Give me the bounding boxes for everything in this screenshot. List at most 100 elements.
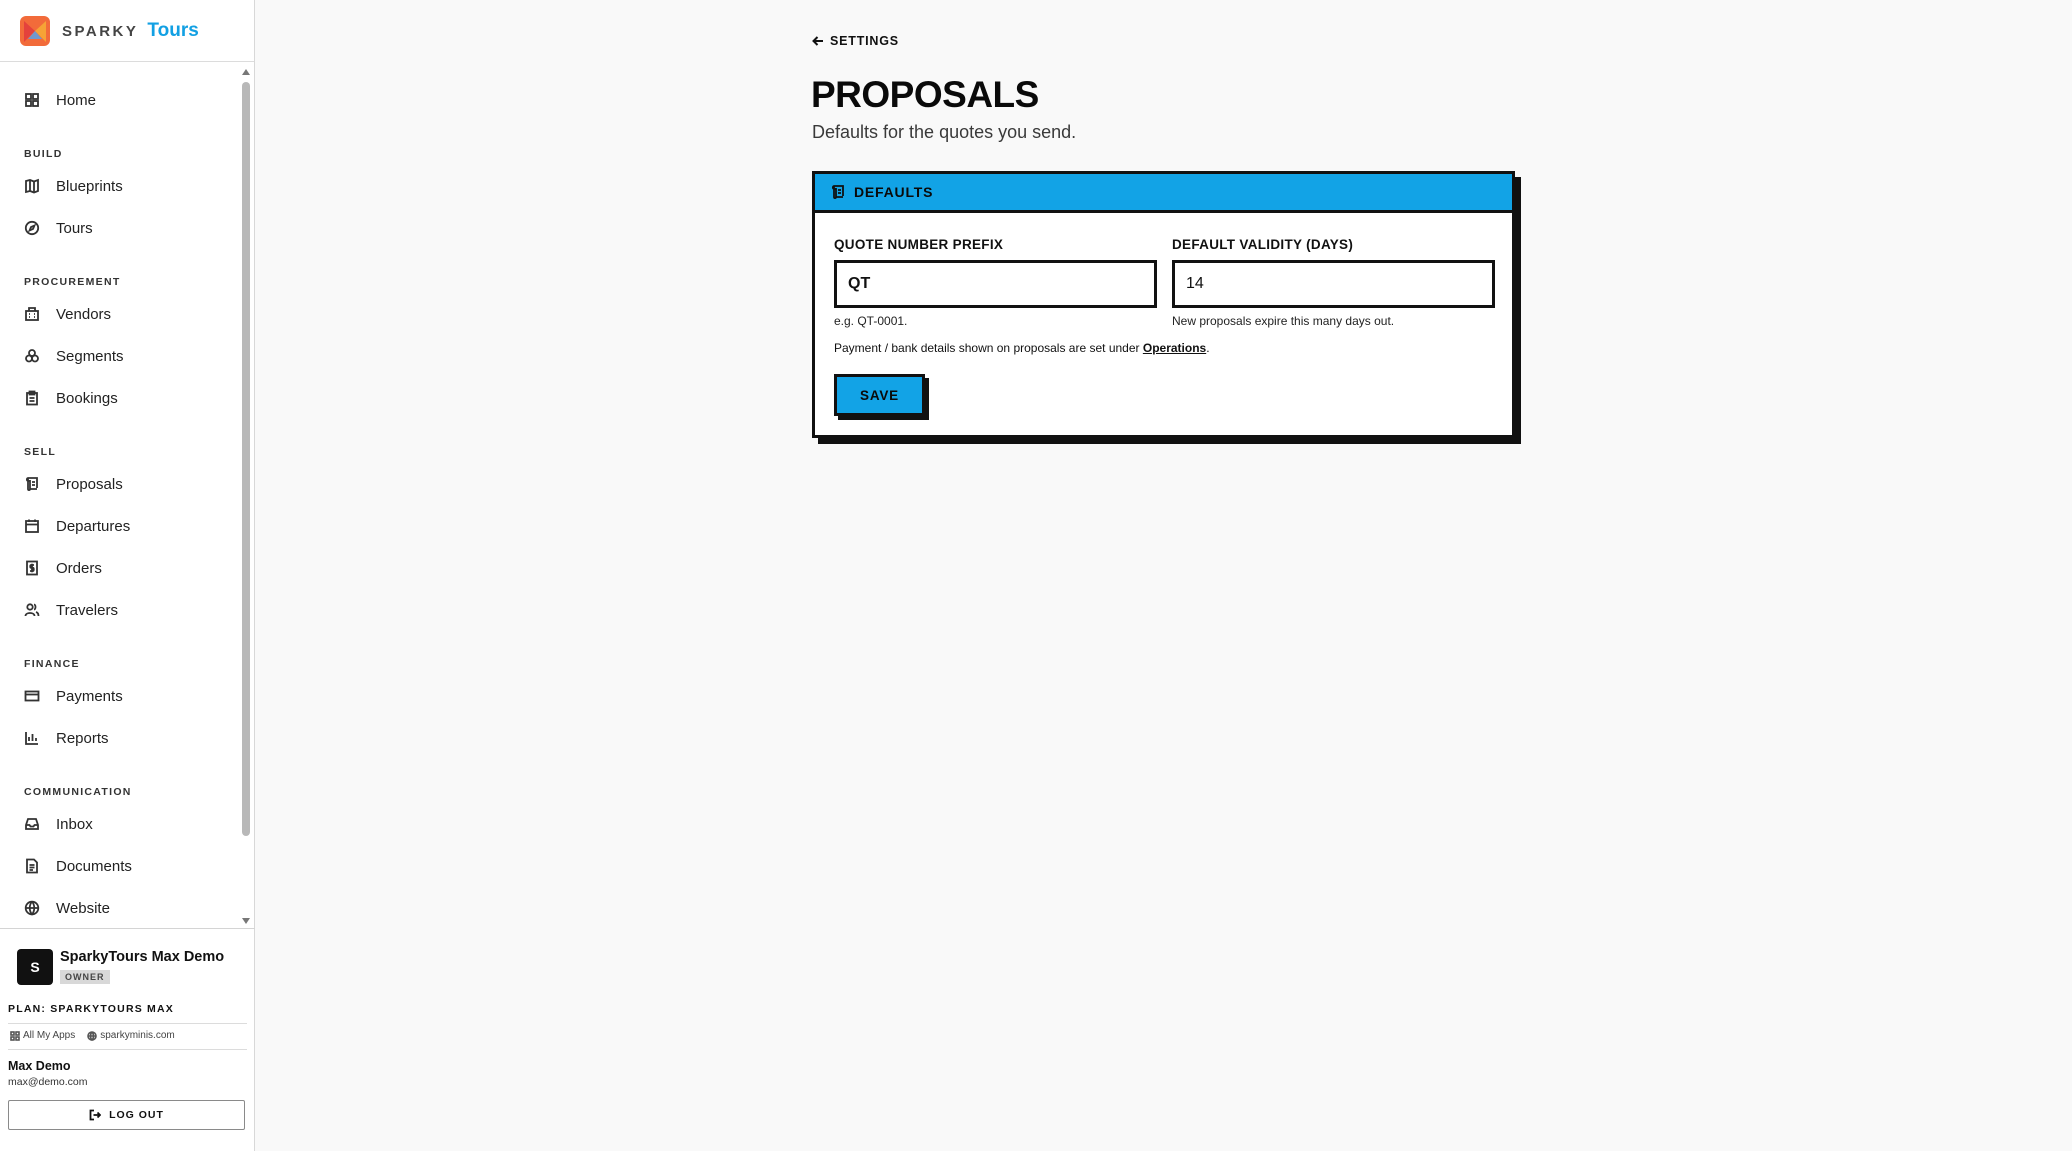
compass-icon [24,220,40,236]
nav-home[interactable]: Home [24,85,224,115]
plan-label: PLAN: SPARKYTOURS MAX [8,1003,247,1024]
bar-chart-icon [25,732,38,745]
nav-payments[interactable]: Payments [24,681,224,711]
scroll-down-icon[interactable] [242,918,250,924]
nav-vendors[interactable]: Vendors [24,299,224,329]
building-icon [25,307,39,321]
segments-icon [25,349,39,363]
quote-prefix-input[interactable] [834,260,1157,308]
org-switcher[interactable]: S SparkyTours Max Demo OWNER [17,949,247,985]
logout-label: LOG OUT [109,1109,164,1121]
scrollbar-thumb[interactable] [242,82,250,836]
brand-tours: Tours [147,19,199,41]
receipt-dollar-icon [26,560,38,576]
site-link[interactable]: sparkyminis.com [87,1030,175,1041]
prefix-hint: e.g. QT-0001. [834,314,908,328]
logout-button[interactable]: LOG OUT [8,1100,245,1130]
validity-days-input[interactable] [1172,260,1495,308]
nav-travelers-label: Travelers [56,601,118,619]
nav-reports[interactable]: Reports [24,723,224,753]
globe-icon [87,1030,98,1041]
validity-label: DEFAULT VALIDITY (DAYS) [1172,237,1354,252]
role-badge: OWNER [60,970,110,984]
user-name: Max Demo [8,1059,71,1073]
inbox-icon [25,818,39,830]
nav-blueprints-label: Blueprints [56,177,123,195]
grid-icon [10,1030,20,1041]
nav-inbox-label: Inbox [56,815,93,833]
defaults-card: DEFAULTS QUOTE NUMBER PREFIX e.g. QT-000… [812,171,1515,438]
nav-segments-label: Segments [56,347,124,365]
nav-departures[interactable]: Departures [24,511,224,541]
nav-documents[interactable]: Documents [24,851,224,881]
globe-icon [24,900,40,916]
nav-segments[interactable]: Segments [24,341,224,371]
brand-sparky: SPARKY [62,23,139,40]
section-procurement: PROCUREMENT [24,276,121,288]
section-finance: FINANCE [24,658,80,670]
sidebar-scrollbar[interactable] [240,66,252,926]
nav-departures-label: Departures [56,517,131,535]
sparky-logo-icon [20,15,50,46]
nav-bookings-label: Bookings [56,389,118,407]
map-icon [25,178,39,194]
card-header: DEFAULTS [815,174,1512,213]
org-avatar: S [17,949,53,985]
sidebar: SPARKY Tours Home BUILD Blueprints Tours… [0,0,255,1151]
brand[interactable]: SPARKY Tours [0,0,254,62]
clipboard-icon [26,390,38,406]
account-links: All My Apps sparkyminis.com [8,1024,247,1050]
section-sell: SELL [24,446,57,458]
arrow-left-icon [812,36,823,46]
all-apps-label: All My Apps [23,1030,76,1041]
scroll-up-icon[interactable] [242,69,250,75]
nav-orders[interactable]: Orders [24,553,224,583]
nav-bookings[interactable]: Bookings [24,383,224,413]
nav-reports-label: Reports [56,729,109,747]
org-name: SparkyTours Max Demo [60,949,225,965]
users-icon [24,603,40,617]
account-panel: S SparkyTours Max Demo OWNER PLAN: SPARK… [0,928,255,1130]
nav-orders-label: Orders [56,559,102,577]
nav-documents-label: Documents [56,857,132,875]
nav-tours-label: Tours [56,219,93,237]
scroll-icon [25,477,38,492]
grid-icon [25,93,39,107]
validity-hint: New proposals expire this many days out. [1172,314,1395,328]
back-to-settings-link[interactable]: SETTINGS [812,34,899,48]
logout-icon [89,1109,102,1121]
nav-proposals-label: Proposals [56,475,123,493]
nav-inbox[interactable]: Inbox [24,809,224,839]
credit-card-icon [24,690,40,702]
validity-field-group: DEFAULT VALIDITY (DAYS) New proposals ex… [1172,237,1495,328]
nav-website-label: Website [56,899,110,917]
payment-note-text: Payment / bank details shown on proposal… [834,341,1143,355]
operations-link[interactable]: Operations [1143,341,1206,355]
payment-note: Payment / bank details shown on proposal… [834,341,1210,355]
all-apps-link[interactable]: All My Apps [10,1030,75,1041]
nav-blueprints[interactable]: Blueprints [24,171,224,201]
user-email: max@demo.com [8,1076,88,1088]
nav-tours[interactable]: Tours [24,213,224,243]
page-subtitle: Defaults for the quotes you send. [812,122,1077,142]
card-title: DEFAULTS [854,184,934,200]
nav-home-label: Home [56,91,97,109]
calendar-icon [25,519,39,533]
site-link-label: sparkyminis.com [100,1030,175,1041]
section-build: BUILD [24,148,63,160]
prefix-field-group: QUOTE NUMBER PREFIX e.g. QT-0001. [834,237,1157,328]
nav-travelers[interactable]: Travelers [24,595,224,625]
save-button[interactable]: SAVE [834,374,925,416]
nav-payments-label: Payments [56,687,123,705]
nav-proposals[interactable]: Proposals [24,469,224,499]
nav-list: Home BUILD Blueprints Tours PROCUREMENT … [0,63,238,927]
back-link-label: SETTINGS [830,34,899,48]
nav-website[interactable]: Website [24,893,224,923]
payment-note-end: . [1206,341,1210,355]
prefix-label: QUOTE NUMBER PREFIX [834,237,1004,252]
page-title: PROPOSALS [811,74,1039,115]
scroll-icon [831,185,844,200]
section-communication: COMMUNICATION [24,786,132,798]
document-icon [26,858,38,874]
nav-vendors-label: Vendors [56,305,112,323]
